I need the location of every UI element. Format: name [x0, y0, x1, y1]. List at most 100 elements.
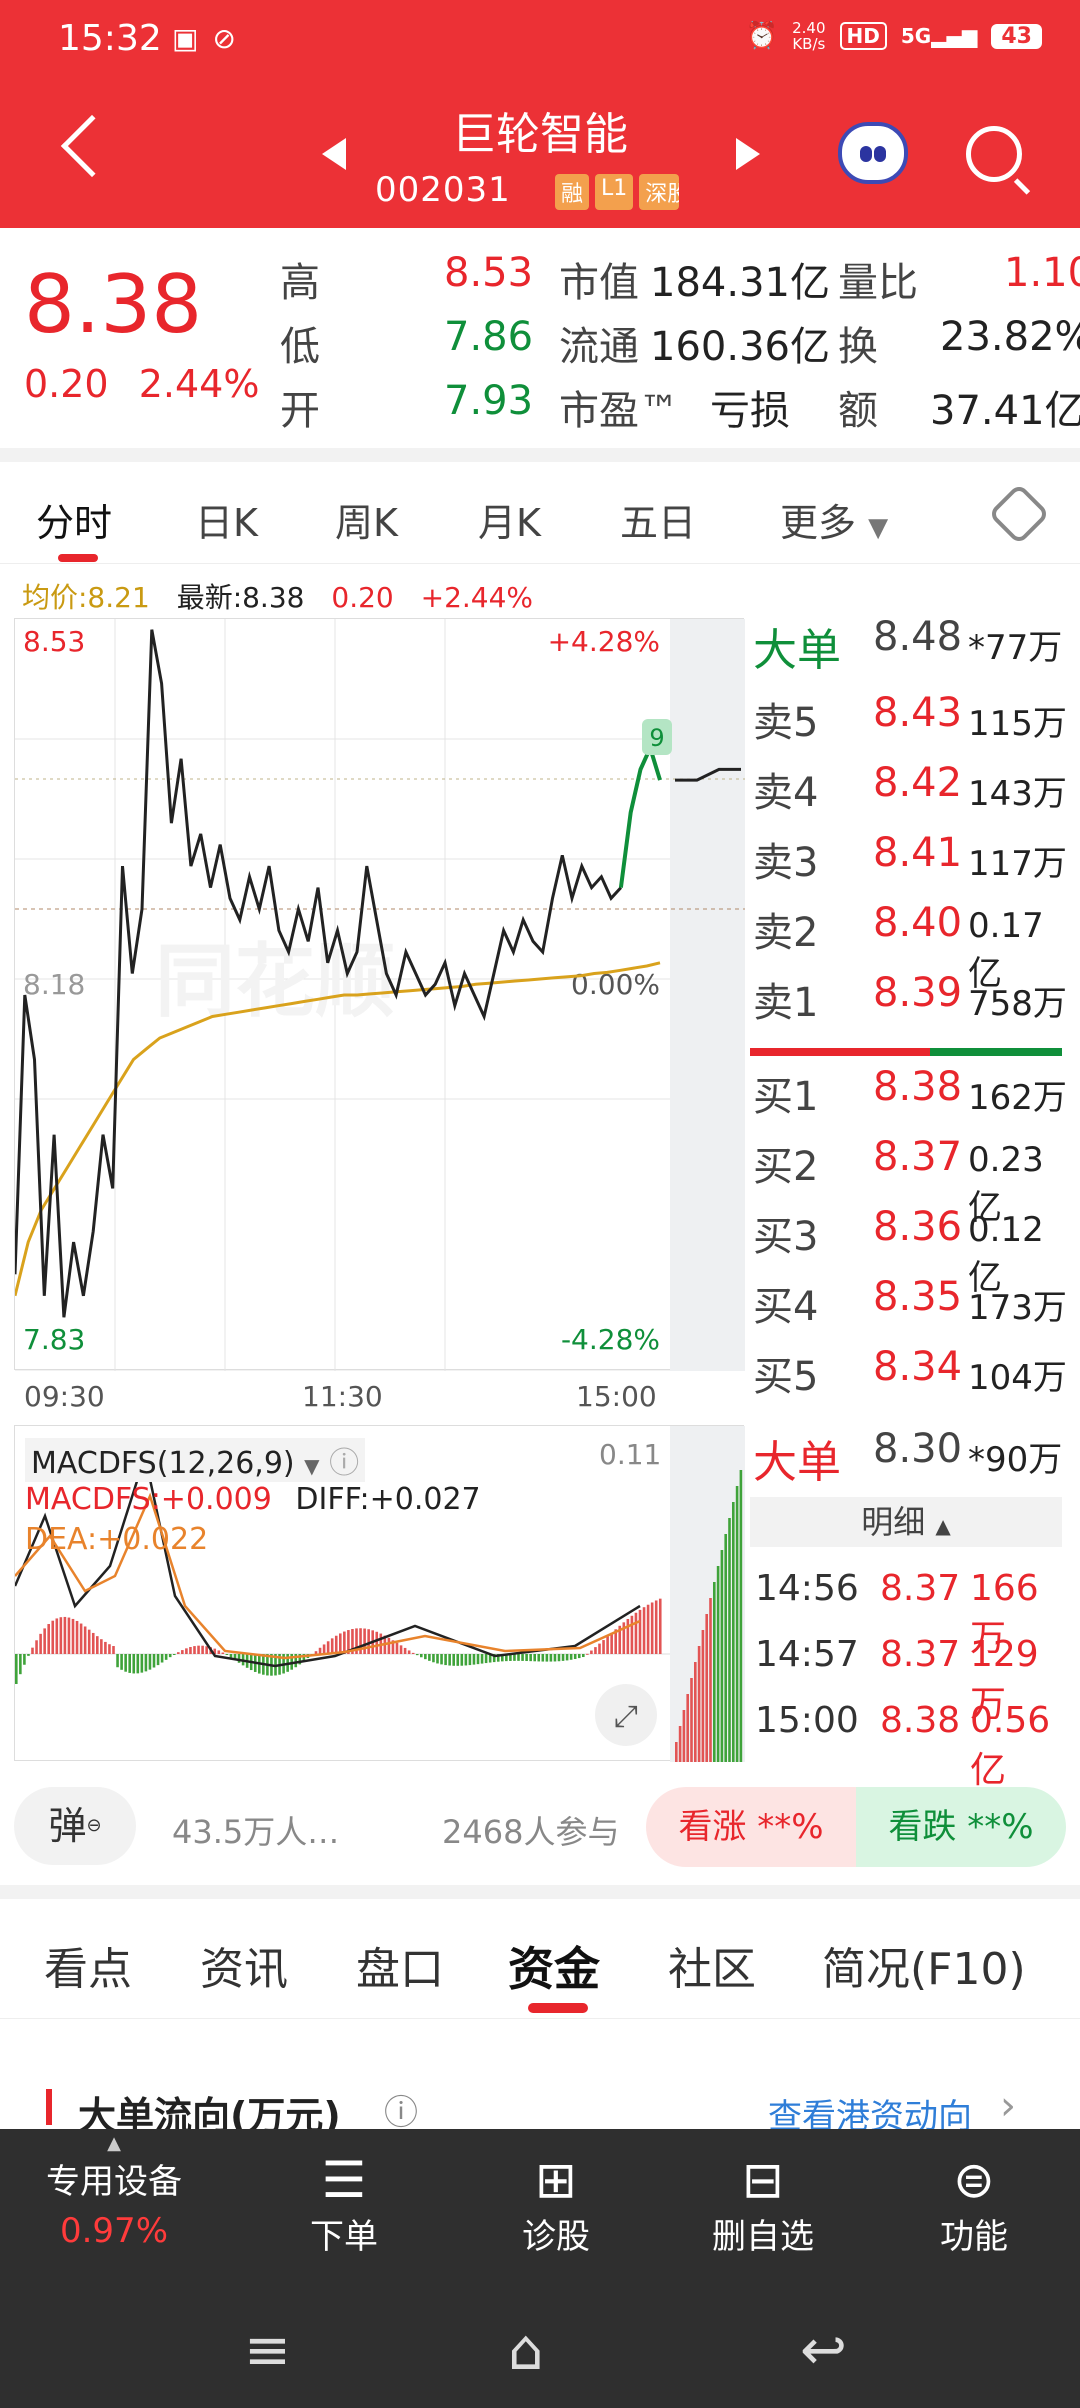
- ask-volume: 117万: [968, 844, 1067, 884]
- tick-time: 14:57: [755, 1634, 859, 1675]
- bid-level[interactable]: 买3 8.36 0.12亿: [750, 1204, 1070, 1298]
- back-nav-icon[interactable]: ↩: [800, 2318, 847, 2383]
- tab-weekly-k[interactable]: 周K: [335, 492, 398, 547]
- macd-side-bar: [739, 1470, 743, 1762]
- tab-news[interactable]: 资讯: [200, 1933, 288, 1997]
- industry-button[interactable]: ▲ 专用设备 0.97%: [46, 2133, 182, 2251]
- settings-icon[interactable]: [987, 482, 1051, 546]
- macd-bar: [112, 1646, 115, 1654]
- macd-bar: [517, 1654, 520, 1661]
- macd-bar: [217, 1650, 221, 1654]
- bid-price: 8.35: [873, 1274, 963, 1320]
- help-icon[interactable]: ⓘ: [329, 1446, 359, 1481]
- remove-watchlist-button[interactable]: ⊟ 删自选: [712, 2151, 814, 2258]
- divider: [0, 1885, 1080, 1899]
- label-turnover: 换: [838, 324, 878, 370]
- big-sell-label: 大单: [753, 625, 841, 676]
- tab-more[interactable]: 更多 ▼: [780, 492, 888, 547]
- search-icon[interactable]: [966, 126, 1022, 182]
- ask-level[interactable]: 卖2 8.40 0.17亿: [750, 900, 1070, 994]
- detail-header[interactable]: 明细 ▲: [750, 1497, 1062, 1547]
- tab-daily-k[interactable]: 日K: [195, 492, 258, 547]
- net-speed: 2.40 KB/s: [792, 19, 826, 53]
- robot-assistant-icon[interactable]: [838, 122, 908, 184]
- diagnose-icon: ⊞: [535, 2151, 577, 2209]
- menu-icon[interactable]: ≡: [244, 2318, 291, 2383]
- macd-bar: [557, 1654, 561, 1662]
- macd-bar: [104, 1641, 107, 1654]
- tab-five-day[interactable]: 五日: [620, 492, 696, 547]
- intraday-chart[interactable]: 同花顺 8.53 8.18 7.83 +4.28% 0.00% -4.28% 9: [13, 618, 745, 1380]
- ask-level[interactable]: 卖5 8.43 115万: [750, 690, 1070, 758]
- chart-info-line: 均价:8.21 最新:8.38 0.20 +2.44%: [22, 576, 551, 616]
- intraday-chart-svg: 同花顺 8.53 8.18 7.83 +4.28% 0.00% -4.28% 9: [13, 619, 745, 1380]
- home-icon[interactable]: ⌂: [508, 2318, 544, 2383]
- bid-price: 8.36: [873, 1204, 963, 1250]
- macd-bar: [569, 1654, 573, 1660]
- functions-button[interactable]: ⊜ 功能: [940, 2151, 1008, 2258]
- time-tick-noon: 11:30: [302, 1380, 383, 1413]
- ask-level[interactable]: 卖3 8.41 117万: [750, 830, 1070, 898]
- bid-level[interactable]: 买2 8.37 0.23亿: [750, 1134, 1070, 1228]
- bid-level[interactable]: 买1 8.38 162万: [750, 1064, 1070, 1132]
- macd-selector[interactable]: MACDFS(12,26,9) ▼ ⓘ: [25, 1438, 366, 1482]
- tab-monthly-k[interactable]: 月K: [478, 492, 541, 547]
- value-float: 160.36亿: [650, 324, 830, 370]
- label-low: 低: [280, 324, 320, 370]
- macd-bar: [590, 1650, 593, 1654]
- macd-bar: [626, 1619, 630, 1654]
- label-volume-ratio: 量比: [838, 260, 918, 306]
- barrage-toggle[interactable]: 弹⊖: [14, 1787, 136, 1865]
- tab-highlights[interactable]: 看点: [44, 1933, 132, 1997]
- tab-profile[interactable]: 简况(F10): [822, 1933, 1026, 1997]
- macd-bar: [561, 1654, 565, 1661]
- macd-bar: [148, 1654, 152, 1670]
- macd-bar: [484, 1654, 488, 1664]
- macd-bar: [124, 1654, 127, 1672]
- info-icon[interactable]: ⓘ: [384, 2085, 418, 2134]
- tab-community[interactable]: 社区: [668, 1933, 756, 1997]
- status-right: ⏰ 2.40 KB/s HD 5G▂▄▆ 43: [746, 20, 1042, 52]
- macd-bar: [573, 1654, 577, 1660]
- macd-bar: [424, 1654, 427, 1660]
- macd-bar: [63, 1616, 67, 1654]
- functions-label: 功能: [940, 2217, 1008, 2257]
- macd-bar: [642, 1607, 646, 1654]
- macd-bar: [428, 1654, 431, 1661]
- quote-row-open: 开 7.93 市盈™ 亏损 额 37.41亿: [280, 378, 1080, 438]
- latest-change-pct: +2.44%: [420, 581, 534, 614]
- sentiment-bar: 弹⊖ 43.5万人… 2468人参与 看涨 **% 看跌 **%: [0, 1775, 1080, 1885]
- axis-bottom-price: 7.83: [23, 1323, 85, 1356]
- macd-side-bar: [709, 1598, 712, 1762]
- bid-level[interactable]: 买4 8.35 173万: [750, 1274, 1070, 1342]
- macd-bar: [181, 1650, 184, 1654]
- macd-bar: [91, 1632, 95, 1654]
- macd-bar: [318, 1647, 322, 1654]
- ask-label: 卖3: [753, 840, 819, 886]
- vote-down-button[interactable]: 看跌 **%: [856, 1787, 1066, 1867]
- macd-side-bar: [713, 1582, 716, 1762]
- tab-intraday[interactable]: 分时: [36, 492, 112, 547]
- macd-side-bar: [728, 1518, 731, 1762]
- macd-bar: [55, 1618, 59, 1654]
- macd-bar: [87, 1629, 91, 1654]
- ask-level[interactable]: 卖4 8.42 143万: [750, 760, 1070, 828]
- tab-handicap[interactable]: 盘口: [356, 1933, 444, 1997]
- tab-underline: [528, 2003, 588, 2013]
- bid-label: 买4: [753, 1284, 819, 1330]
- tab-funds[interactable]: 资金: [508, 1933, 600, 1999]
- diff-value: DIFF:+0.027: [295, 1482, 481, 1517]
- badge-margin: 融: [555, 174, 590, 210]
- macd-bar: [407, 1650, 411, 1654]
- order-button[interactable]: ☰ 下单: [310, 2151, 378, 2258]
- minus-icon: ⊖: [86, 1815, 102, 1836]
- expand-glyph: ⤢: [614, 1699, 638, 1734]
- vote-up-button[interactable]: 看涨 **%: [646, 1787, 856, 1867]
- macd-bar: [343, 1631, 346, 1654]
- macd-panel: ⤢ MACDFS(12,26,9) ▼ ⓘ 0.11 MACDFS:+0.009…: [13, 1425, 745, 1762]
- next-stock-icon[interactable]: [736, 138, 760, 170]
- diagnose-button[interactable]: ⊞ 诊股: [522, 2151, 590, 2258]
- bid-level[interactable]: 买5 8.34 104万: [750, 1344, 1070, 1412]
- ask-level[interactable]: 卖1 8.39 758万: [750, 970, 1070, 1038]
- axis-top-pct: +4.28%: [548, 625, 660, 658]
